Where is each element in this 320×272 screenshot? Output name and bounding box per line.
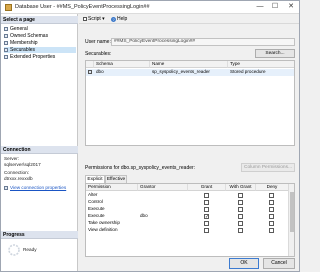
column-header-grant[interactable]: Grant <box>188 184 226 191</box>
server-value: sqlserver\sql2017 <box>4 162 41 167</box>
progress-header: Progress <box>1 231 78 239</box>
column-header-schema[interactable]: Schema <box>94 61 150 68</box>
script-icon <box>83 16 87 21</box>
grid-corner <box>86 61 94 68</box>
page-icon <box>4 26 8 31</box>
ok-button[interactable]: OK <box>229 258 259 269</box>
connection-value: dtrxxx.rexxxlb <box>4 176 33 181</box>
deny-checkbox[interactable] <box>269 199 274 205</box>
permission-name: Take ownership <box>88 220 120 225</box>
page-icon <box>4 47 8 52</box>
script-button[interactable]: Script ▾ <box>83 16 105 22</box>
page-icon <box>4 33 8 38</box>
main-panel: Script ▾ ? Help User name: ##MS_PolicyEve… <box>79 14 299 271</box>
permissions-label: Permissions for dbo.sp_syspolicy_events_… <box>85 165 196 171</box>
page-item-securables[interactable]: Securables <box>4 47 76 53</box>
chevron-down-icon: ▾ <box>102 16 105 22</box>
with-grant-checkbox[interactable] <box>238 213 243 219</box>
help-button[interactable]: ? Help <box>111 16 127 22</box>
with-grant-checkbox[interactable] <box>238 199 243 205</box>
permission-name: View definition <box>88 227 118 232</box>
server-label: Server: <box>4 156 20 161</box>
connection-header: Connection <box>1 146 78 154</box>
user-name-field[interactable]: ##MS_PolicyEventProcessingLogin## <box>111 38 295 46</box>
properties-icon <box>4 185 8 190</box>
column-header-type[interactable]: Type <box>228 61 294 68</box>
title-bar: Database User - ##MS_PolicyEventProcessi… <box>1 1 299 14</box>
user-name-label: User name: <box>85 39 111 45</box>
progress-status: Ready <box>23 247 37 252</box>
deny-checkbox[interactable] <box>269 213 274 219</box>
deny-checkbox[interactable] <box>269 227 274 233</box>
column-permissions-button[interactable]: Column Permissions... <box>241 163 295 172</box>
toolbar: Script ▾ ? Help <box>79 14 299 24</box>
close-button[interactable]: ✕ <box>284 2 298 12</box>
permissions-grid: Permission Grantor Grant With Grant Deny… <box>85 183 295 257</box>
cell-schema: dbo <box>96 69 104 74</box>
permission-name: Execute <box>88 206 105 211</box>
securables-label: Securables: <box>85 51 112 57</box>
database-user-icon <box>5 4 12 11</box>
column-header-deny[interactable]: Deny <box>256 184 288 191</box>
grant-checkbox[interactable]: ✓ <box>204 213 210 220</box>
page-icon <box>4 54 8 59</box>
view-connection-properties[interactable]: View connection properties <box>4 185 66 191</box>
with-grant-checkbox[interactable] <box>238 220 243 226</box>
column-header-permission[interactable]: Permission <box>86 184 138 191</box>
column-header-grantor[interactable]: Grantor <box>138 184 188 191</box>
page-item-extended-properties[interactable]: Extended Properties <box>4 54 76 60</box>
page-icon <box>4 40 8 45</box>
page-item-membership[interactable]: Membership <box>4 40 76 46</box>
dialog-window: Database User - ##MS_PolicyEventProcessi… <box>0 0 300 272</box>
checkmark-icon: ✓ <box>205 213 210 220</box>
column-header-with-grant[interactable]: With Grant <box>226 184 256 191</box>
help-icon: ? <box>111 16 116 22</box>
cell-name: sp_syspolicy_events_reader <box>152 69 210 74</box>
tab-effective[interactable]: Effective <box>105 175 127 183</box>
cancel-button[interactable]: Cancel <box>263 258 295 269</box>
page-item-general[interactable]: General <box>4 26 76 32</box>
minimize-button[interactable]: — <box>253 2 267 12</box>
search-button[interactable]: Search... <box>255 49 295 58</box>
securables-grid: Schema Name Type dbo sp_syspolicy_events… <box>85 60 295 146</box>
with-grant-checkbox[interactable] <box>238 192 243 198</box>
deny-checkbox[interactable] <box>269 192 274 198</box>
permission-name: Control <box>88 199 103 204</box>
maximize-button[interactable]: ☐ <box>268 2 282 12</box>
grantor-value: dbo <box>140 213 148 218</box>
left-panel: Select a page General Owned Schemas Memb… <box>1 14 78 271</box>
grant-checkbox[interactable] <box>204 192 209 198</box>
permissions-scrollbar[interactable] <box>288 184 294 256</box>
grant-checkbox[interactable] <box>204 199 209 205</box>
grant-checkbox[interactable] <box>204 206 209 212</box>
select-page-header: Select a page <box>1 16 78 24</box>
tab-explicit[interactable]: Explicit <box>85 175 105 183</box>
grant-checkbox[interactable] <box>204 220 209 226</box>
window-title: Database User - ##MS_PolicyEventProcessi… <box>15 4 150 10</box>
with-grant-checkbox[interactable] <box>238 227 243 233</box>
stored-procedure-icon <box>88 70 92 74</box>
view-connection-link[interactable]: View connection properties <box>10 185 66 190</box>
permission-name: Execute <box>88 213 105 218</box>
page-item-owned-schemas[interactable]: Owned Schemas <box>4 33 76 39</box>
with-grant-checkbox[interactable] <box>238 206 243 212</box>
column-header-name[interactable]: Name <box>150 61 228 68</box>
connection-label: Connection: <box>4 170 30 175</box>
cell-type: Stored procedure <box>230 69 266 74</box>
scrollbar-thumb[interactable] <box>290 192 294 232</box>
deny-checkbox[interactable] <box>269 206 274 212</box>
permission-name: Alter <box>88 192 98 197</box>
progress-spinner-icon <box>8 244 20 256</box>
deny-checkbox[interactable] <box>269 220 274 226</box>
grant-checkbox[interactable] <box>204 227 209 233</box>
